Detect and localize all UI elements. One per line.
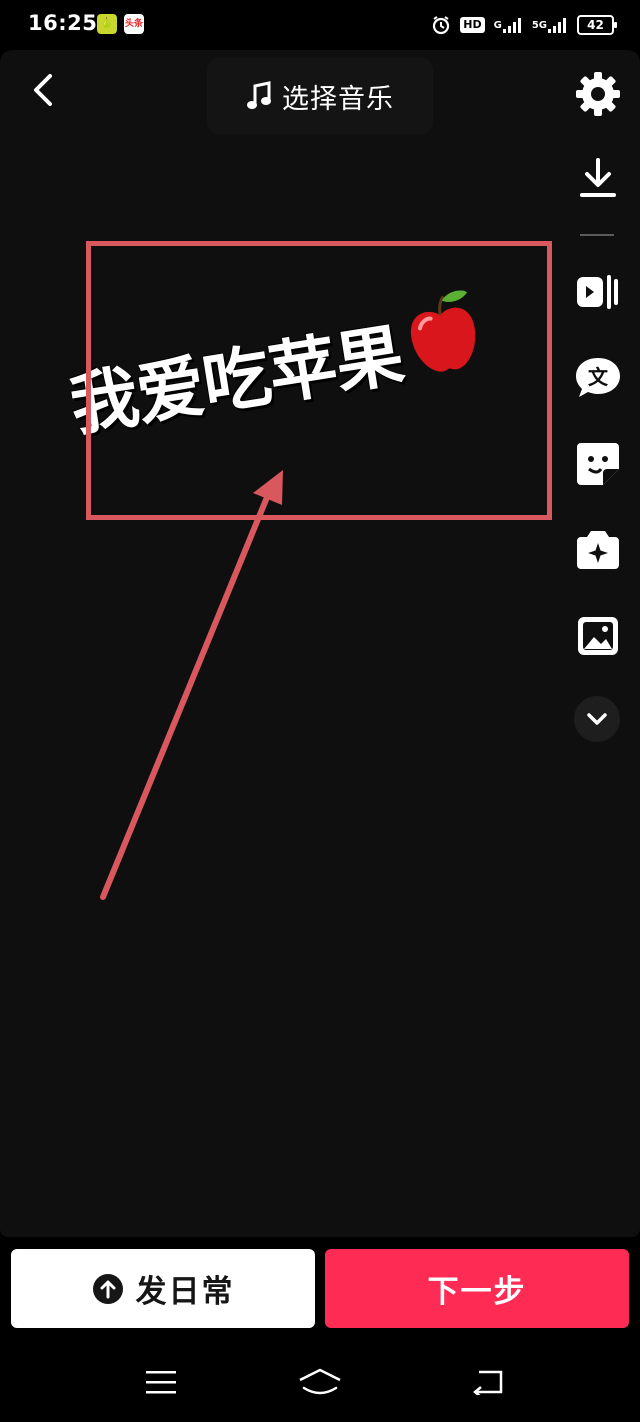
back-icon [34,74,52,106]
net-2-label: 5G [531,19,547,31]
pear-app-icon: 🍐 [97,14,117,34]
chevron-down-icon [587,713,607,725]
image-icon [578,617,618,655]
more-tools-button[interactable] [574,696,620,742]
toolbar-divider [580,234,614,236]
svg-text:文: 文 [588,365,609,389]
settings-icon [576,72,620,116]
video-editor-canvas: 选择音乐 文 我爱吃苹果 [0,50,640,1237]
post-daily-label: 发日常 [135,1274,235,1310]
image-tool-button[interactable] [570,608,626,664]
effects-tool-button[interactable] [570,522,626,578]
sticker-icon [577,443,619,485]
menu-icon [146,1371,176,1394]
sticker-text-label: 我爱吃苹果 [64,315,409,447]
select-music-label: 选择音乐 [282,83,394,115]
next-step-label: 下一步 [427,1274,527,1310]
post-daily-button[interactable]: 发日常 [11,1249,315,1328]
effect-icon [577,531,619,569]
text-icon: 文 [576,358,620,397]
menu-nav-button[interactable] [131,1362,191,1402]
back-nav-icon [473,1370,503,1395]
status-bar: 16:25 🍐 头条 HD G 5G 42 [0,0,640,50]
signal-icon-2: 5G [532,17,568,33]
alarm-icon [431,15,451,35]
text-sticker[interactable]: 我爱吃苹果 [62,277,542,450]
toutiao-app-icon: 头条 [124,14,144,34]
hd-badge: HD [460,17,485,33]
download-icon [580,158,616,197]
settings-button[interactable] [572,68,624,120]
status-time: 16:25 [28,11,98,35]
download-button[interactable] [570,150,626,206]
apple-icon [401,286,488,397]
system-nav-bar [0,1340,640,1422]
split-icon [577,275,618,309]
back-nav-button[interactable] [458,1362,518,1402]
music-note-icon [247,81,271,109]
split-tool-button[interactable] [570,264,626,320]
sticker-tool-button[interactable] [570,436,626,492]
text-tool-button[interactable]: 文 [570,350,626,406]
battery-icon: 42 [577,15,617,35]
signal-icon-1: G [494,17,523,33]
back-button[interactable] [22,68,66,112]
net-1-label: G [493,19,502,31]
upload-arrow-icon [92,1273,123,1304]
home-nav-button[interactable] [290,1362,350,1402]
status-indicators: HD G 5G 42 [431,12,617,38]
select-music-button[interactable]: 选择音乐 [207,58,433,134]
home-icon [299,1368,341,1395]
next-step-button[interactable]: 下一步 [325,1249,629,1328]
